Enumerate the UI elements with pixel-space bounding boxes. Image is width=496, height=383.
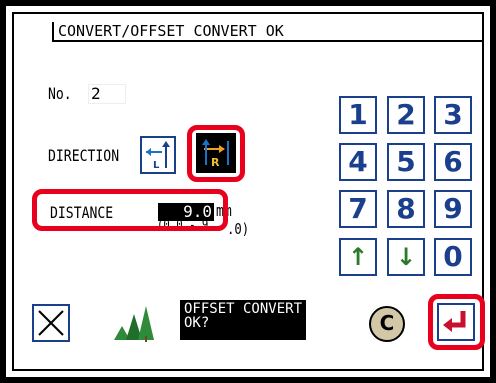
- key-down-arrow-icon[interactable]: ↓: [387, 238, 425, 276]
- cancel-button[interactable]: [32, 304, 70, 342]
- key-1[interactable]: 1: [339, 96, 377, 134]
- distance-range-tail: .0): [227, 220, 250, 238]
- close-icon: [38, 310, 64, 336]
- key-3[interactable]: 3: [434, 96, 472, 134]
- selected-direction-highlight: [187, 125, 245, 182]
- clear-button[interactable]: C: [369, 306, 405, 342]
- key-up-arrow-icon[interactable]: ↑: [339, 238, 377, 276]
- key-4[interactable]: 4: [339, 143, 377, 181]
- confirm-message: OFFSET CONVERT OK?: [180, 300, 306, 340]
- svg-text:L: L: [153, 160, 160, 171]
- no-value: 2: [88, 84, 126, 104]
- key-7[interactable]: 7: [339, 190, 377, 228]
- key-6[interactable]: 6: [434, 143, 472, 181]
- pattern-image-button[interactable]: [112, 300, 156, 344]
- tree-icon: [114, 306, 154, 342]
- key-5[interactable]: 5: [387, 143, 425, 181]
- direction-label: DIRECTION: [48, 146, 120, 165]
- no-label: No.: [48, 84, 72, 103]
- enter-highlight: [428, 294, 485, 350]
- page-title: CONVERT/OFFSET CONVERT OK: [52, 22, 484, 42]
- distance-highlight: [32, 189, 228, 231]
- key-0[interactable]: 0: [434, 238, 472, 276]
- direction-left-button[interactable]: L: [140, 136, 176, 174]
- key-9[interactable]: 9: [434, 190, 472, 228]
- direction-left-icon: L: [146, 141, 170, 171]
- key-2[interactable]: 2: [387, 96, 425, 134]
- key-8[interactable]: 8: [387, 190, 425, 228]
